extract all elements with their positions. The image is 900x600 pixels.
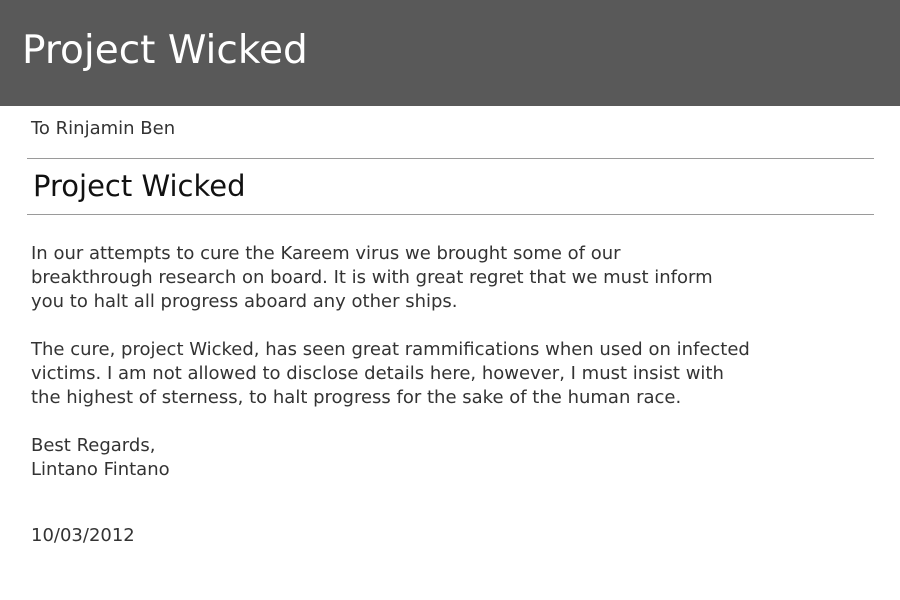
signature-name: Lintano Fintano: [31, 459, 170, 480]
subject-top-divider: [27, 158, 874, 159]
message-paragraph-2: The cure, project Wicked, has seen great…: [31, 338, 861, 410]
paragraph-line: the highest of sterness, to halt progres…: [31, 387, 682, 408]
page-title: Project Wicked: [22, 28, 308, 73]
message-paragraph-1: In our attempts to cure the Kareem virus…: [31, 242, 861, 314]
message-subject: Project Wicked: [33, 169, 246, 203]
paragraph-line: In our attempts to cure the Kareem virus…: [31, 243, 621, 264]
message-date: 10/03/2012: [31, 525, 135, 546]
subject-bottom-divider: [27, 214, 874, 215]
message-body: In our attempts to cure the Kareem virus…: [31, 242, 861, 482]
recipient-line: To Rinjamin Ben: [31, 118, 176, 139]
page-header: Project Wicked: [0, 0, 900, 106]
paragraph-line: breakthrough research on board. It is wi…: [31, 267, 713, 288]
paragraph-line: you to halt all progress aboard any othe…: [31, 291, 458, 312]
paragraph-line: victims. I am not allowed to disclose de…: [31, 363, 724, 384]
message-signoff: Best Regards, Lintano Fintano: [31, 434, 861, 482]
paragraph-line: The cure, project Wicked, has seen great…: [31, 339, 750, 360]
closing-line: Best Regards,: [31, 435, 156, 456]
